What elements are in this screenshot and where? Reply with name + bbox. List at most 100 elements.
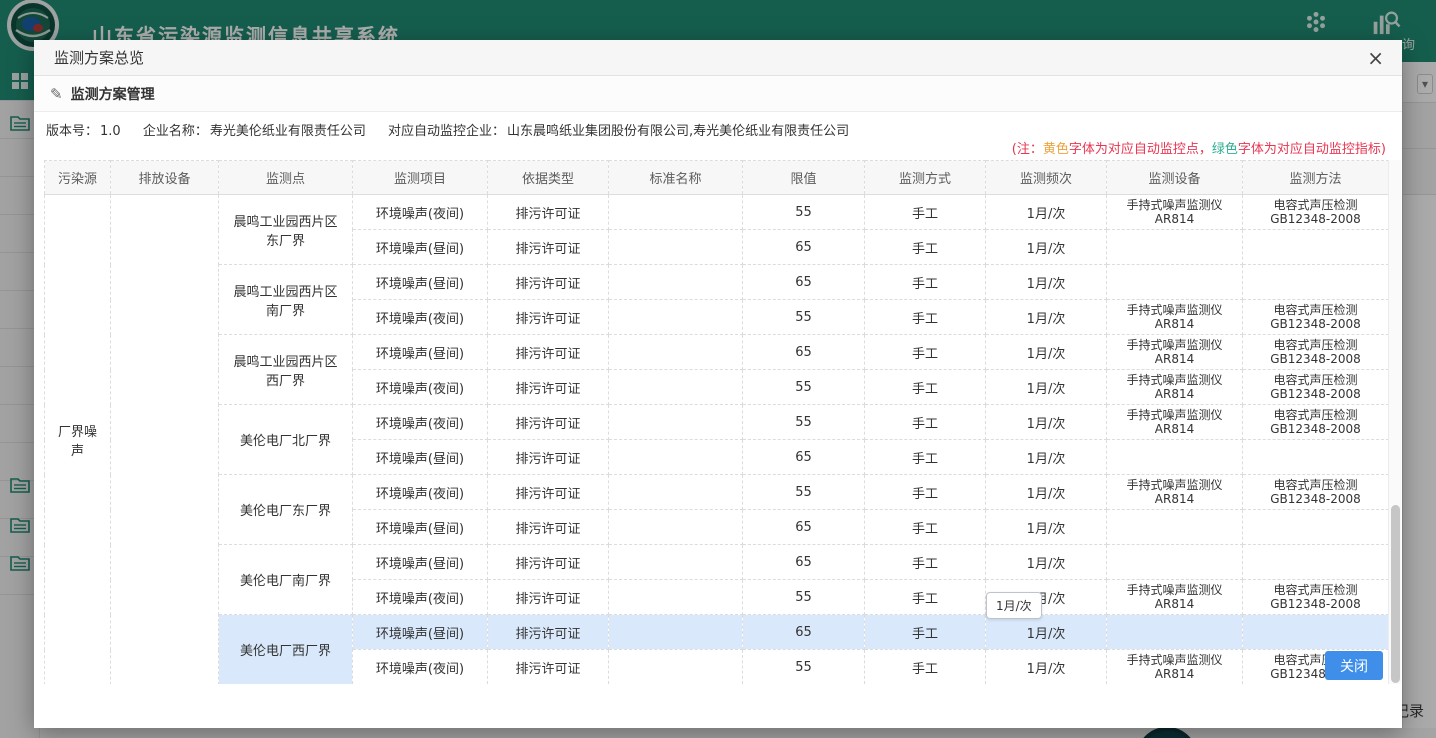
limit-cell: 65 <box>743 265 865 300</box>
column-header: 监测项目 <box>353 161 488 195</box>
mode-cell: 手工 <box>865 405 986 440</box>
item-cell: 环境噪声(昼间) <box>353 335 488 370</box>
standard-cell <box>609 230 743 265</box>
item-cell: 环境噪声(昼间) <box>353 440 488 475</box>
device-cell: 手持式噪声监测仪 AR814 <box>1107 580 1243 615</box>
standard-cell <box>609 510 743 545</box>
limit-cell: 55 <box>743 475 865 510</box>
modal-title: 监测方案总览 <box>54 47 144 68</box>
column-header: 监测频次 <box>986 161 1107 195</box>
column-header: 污染源 <box>45 161 111 195</box>
device-cell <box>1107 230 1243 265</box>
close-button[interactable]: 关闭 <box>1325 651 1383 680</box>
table-header-row: 污染源排放设备监测点监测项目依据类型标准名称限值监测方式监测频次监测设备监测方法 <box>45 161 1389 195</box>
auto-company-label: 对应自动监控企业： <box>388 124 505 139</box>
section-title: 监测方案管理 <box>71 84 155 104</box>
monitoring-point-cell: 晨鸣工业园西片区南厂界 <box>219 265 353 335</box>
method-cell <box>1243 230 1389 265</box>
item-cell: 环境噪声(夜间) <box>353 195 488 230</box>
company-label: 企业名称： <box>143 124 208 139</box>
item-cell: 环境噪声(昼间) <box>353 510 488 545</box>
method-cell <box>1243 510 1389 545</box>
standard-cell <box>609 300 743 335</box>
item-cell: 环境噪声(昼间) <box>353 545 488 580</box>
limit-cell: 65 <box>743 230 865 265</box>
table-row[interactable]: 美伦电厂南厂界环境噪声(昼间)排污许可证65手工1月/次 <box>45 545 1389 580</box>
basis-cell: 排污许可证 <box>488 440 609 475</box>
standard-cell <box>609 615 743 650</box>
monitoring-point-cell: 晨鸣工业园西片区东厂界 <box>219 195 353 265</box>
limit-cell: 65 <box>743 510 865 545</box>
table-row[interactable]: 晨鸣工业园西片区南厂界环境噪声(昼间)排污许可证65手工1月/次 <box>45 265 1389 300</box>
mode-cell: 手工 <box>865 475 986 510</box>
monitoring-table-wrap: 污染源排放设备监测点监测项目依据类型标准名称限值监测方式监测频次监测设备监测方法… <box>44 160 1402 684</box>
table-scrollbar[interactable] <box>1388 160 1401 684</box>
modal-footer: 关闭 <box>34 684 1402 728</box>
frequency-cell: 1月/次 <box>986 300 1107 335</box>
device-cell: 手持式噪声监测仪 AR814 <box>1107 650 1243 685</box>
frequency-cell: 1月/次 <box>986 615 1107 650</box>
monitoring-plan-modal: 监测方案总览 × ✎ 监测方案管理 版本号：1.0 企业名称：寿光美伦纸业有限责… <box>34 40 1402 728</box>
monitoring-point-cell: 美伦电厂北厂界 <box>219 405 353 475</box>
limit-cell: 55 <box>743 195 865 230</box>
frequency-cell: 1月/次 <box>986 650 1107 685</box>
auto-company-value: 山东晨鸣纸业集团股份有限公司,寿光美伦纸业有限责任公司 <box>507 124 849 139</box>
frequency-cell: 1月/次 <box>986 335 1107 370</box>
mode-cell: 手工 <box>865 545 986 580</box>
method-cell <box>1243 265 1389 300</box>
device-cell <box>1107 440 1243 475</box>
frequency-cell: 1月/次 <box>986 440 1107 475</box>
frequency-cell: 1月/次 <box>986 475 1107 510</box>
mode-cell: 手工 <box>865 615 986 650</box>
mode-cell: 手工 <box>865 335 986 370</box>
pencil-icon: ✎ <box>50 85 63 103</box>
pollution-source-cell: 厂界噪声 <box>45 195 111 685</box>
monitoring-table: 污染源排放设备监测点监测项目依据类型标准名称限值监测方式监测频次监测设备监测方法… <box>44 160 1389 685</box>
basis-cell: 排污许可证 <box>488 195 609 230</box>
column-header: 限值 <box>743 161 865 195</box>
close-icon[interactable]: × <box>1367 46 1384 70</box>
limit-cell: 55 <box>743 580 865 615</box>
limit-cell: 65 <box>743 615 865 650</box>
basis-cell: 排污许可证 <box>488 265 609 300</box>
note-word-yellow: 黄色 <box>1043 142 1069 157</box>
column-header: 依据类型 <box>488 161 609 195</box>
item-cell: 环境噪声(夜间) <box>353 475 488 510</box>
screen: 山东省污染源监测信息共享系统 <box>0 0 1436 738</box>
device-cell: 手持式噪声监测仪 AR814 <box>1107 335 1243 370</box>
basis-cell: 排污许可证 <box>488 510 609 545</box>
table-row[interactable]: 厂界噪声晨鸣工业园西片区东厂界环境噪声(夜间)排污许可证55手工1月/次手持式噪… <box>45 195 1389 230</box>
monitoring-point-cell: 美伦电厂南厂界 <box>219 545 353 615</box>
method-cell: 电容式声压检测 GB12348-2008 <box>1243 405 1389 440</box>
method-cell: 电容式声压检测 GB12348-2008 <box>1243 195 1389 230</box>
table-row[interactable]: 美伦电厂西厂界环境噪声(昼间)排污许可证65手工1月/次 <box>45 615 1389 650</box>
table-row[interactable]: 晨鸣工业园西片区西厂界环境噪声(昼间)排污许可证65手工1月/次手持式噪声监测仪… <box>45 335 1389 370</box>
monitoring-point-cell: 美伦电厂西厂界 <box>219 615 353 685</box>
item-cell: 环境噪声(夜间) <box>353 370 488 405</box>
frequency-cell: 1月/次 <box>986 370 1107 405</box>
method-cell <box>1243 545 1389 580</box>
note-yellow-desc: 字体为对应自动监控点， <box>1069 142 1212 157</box>
basis-cell: 排污许可证 <box>488 300 609 335</box>
limit-cell: 55 <box>743 405 865 440</box>
note-prefix: (注： <box>1012 142 1043 157</box>
company-value: 寿光美伦纸业有限责任公司 <box>210 124 366 139</box>
limit-cell: 65 <box>743 440 865 475</box>
mode-cell: 手工 <box>865 265 986 300</box>
table-row[interactable]: 美伦电厂北厂界环境噪声(夜间)排污许可证55手工1月/次手持式噪声监测仪 AR8… <box>45 405 1389 440</box>
basis-cell: 排污许可证 <box>488 545 609 580</box>
mode-cell: 手工 <box>865 300 986 335</box>
basis-cell: 排污许可证 <box>488 335 609 370</box>
method-cell: 电容式声压检测 GB12348-2008 <box>1243 335 1389 370</box>
device-cell: 手持式噪声监测仪 AR814 <box>1107 475 1243 510</box>
scrollbar-thumb[interactable] <box>1391 505 1400 683</box>
item-cell: 环境噪声(昼间) <box>353 615 488 650</box>
table-row[interactable]: 美伦电厂东厂界环境噪声(夜间)排污许可证55手工1月/次手持式噪声监测仪 AR8… <box>45 475 1389 510</box>
note-green-desc: 字体为对应自动监控指标) <box>1238 142 1386 157</box>
frequency-cell: 1月/次 <box>986 405 1107 440</box>
frequency-cell: 1月/次 <box>986 545 1107 580</box>
frequency-cell: 1月/次 <box>986 265 1107 300</box>
standard-cell <box>609 580 743 615</box>
basis-cell: 排污许可证 <box>488 230 609 265</box>
version-label: 版本号： <box>46 124 98 139</box>
